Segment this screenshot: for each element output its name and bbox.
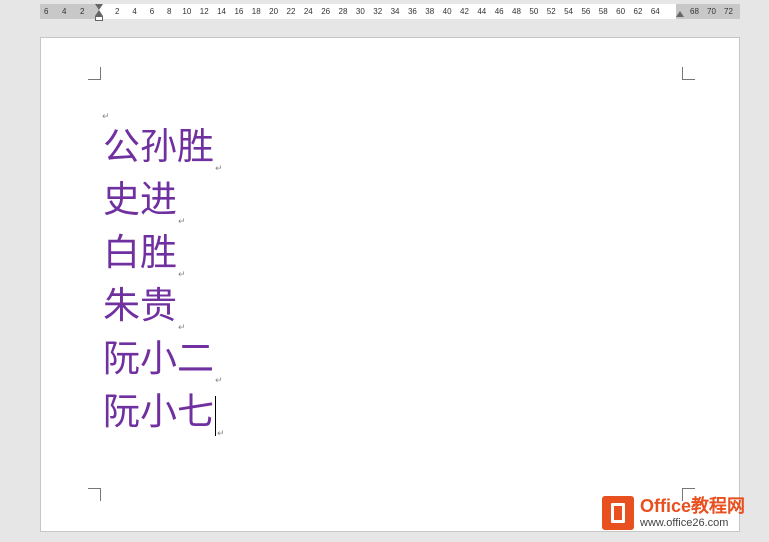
ruler-tick-label: 72 bbox=[724, 7, 733, 16]
ruler-tick-label: 40 bbox=[442, 7, 452, 16]
ruler-tick-label: 6 bbox=[44, 7, 49, 16]
ruler-tick-label: 34 bbox=[390, 7, 400, 16]
line-text: 阮小二 bbox=[103, 337, 214, 380]
ruler-tick-label: 6 bbox=[149, 7, 155, 16]
ruler-tick-label: 4 bbox=[132, 7, 137, 16]
paragraph-mark-icon: ↵ bbox=[217, 429, 225, 439]
line-text: 白胜 bbox=[103, 231, 177, 274]
office-logo-icon bbox=[602, 496, 634, 530]
ruler-tick-label: 52 bbox=[546, 7, 556, 16]
ruler-tick-label: 68 bbox=[690, 7, 699, 16]
margin-corner-bottom-left bbox=[88, 488, 101, 501]
ruler-tick-label: 62 bbox=[633, 7, 643, 16]
ruler-tick-label: 2 bbox=[115, 7, 120, 16]
watermark-title: Office教程网 bbox=[640, 496, 746, 516]
ruler-tick-label: 20 bbox=[269, 7, 279, 16]
text-line[interactable]: 史进↵ bbox=[103, 173, 225, 227]
site-watermark: Office教程网 www.office26.com bbox=[602, 492, 764, 534]
document-text-body[interactable]: 公孙胜↵ 史进↵ 白胜↵ 朱贵↵ 阮小二↵ 阮小七↵ bbox=[103, 120, 225, 439]
ruler-tick-label: 32 bbox=[373, 7, 383, 16]
margin-corner-top-right bbox=[682, 67, 695, 80]
line-text: 史进 bbox=[103, 178, 177, 221]
line-text: 公孙胜 bbox=[103, 125, 214, 168]
text-line[interactable]: 阮小二↵ bbox=[103, 332, 225, 386]
ruler-tick-label: 22 bbox=[286, 7, 296, 16]
ruler-tick-label: 70 bbox=[707, 7, 716, 16]
ruler-tick-label: 18 bbox=[251, 7, 261, 16]
ruler-tick-label: 38 bbox=[425, 7, 435, 16]
text-line[interactable]: 朱贵↵ bbox=[103, 279, 225, 333]
ruler-tick-label: 16 bbox=[234, 7, 244, 16]
paragraph-mark-icon: ↵ bbox=[215, 164, 223, 174]
ruler-tick-label: 48 bbox=[512, 7, 521, 16]
ruler-tick-label: 60 bbox=[616, 7, 626, 16]
ruler-tick-label: 30 bbox=[355, 7, 365, 16]
ruler-tick-label: 8 bbox=[167, 7, 172, 16]
ruler-tick-label: 2 bbox=[80, 7, 85, 16]
ruler-tick-label: 50 bbox=[529, 7, 539, 16]
margin-corner-top-left bbox=[88, 67, 101, 80]
text-cursor bbox=[215, 396, 216, 436]
ruler-tick-label: 14 bbox=[217, 7, 226, 16]
horizontal-ruler[interactable]: 642 2 4 6 8 10 12 14 16 18 20 22 24 26 28 30 32 34 36 38 40… bbox=[40, 4, 740, 21]
watermark-url: www.office26.com bbox=[640, 517, 729, 529]
left-indent-marker[interactable] bbox=[95, 16, 103, 21]
ruler-tick-label: 46 bbox=[494, 7, 504, 16]
ruler-tick-label: 36 bbox=[407, 7, 417, 16]
text-line[interactable]: 白胜↵ bbox=[103, 226, 225, 280]
ruler-tick-label: 24 bbox=[303, 7, 313, 16]
ruler-tick-label: 12 bbox=[199, 7, 209, 16]
ruler-tick-label: 4 bbox=[62, 7, 67, 16]
ruler-tick-label: 10 bbox=[182, 7, 192, 16]
ruler-tick-label: 44 bbox=[477, 7, 487, 16]
line-text: 朱贵 bbox=[103, 284, 177, 327]
ruler-tick-label: 64 bbox=[650, 7, 660, 16]
text-line[interactable]: 阮小七↵ bbox=[103, 385, 225, 439]
ruler-tick-label: 26 bbox=[321, 7, 331, 16]
ruler-tick-label: 28 bbox=[338, 7, 348, 16]
right-indent-marker[interactable] bbox=[676, 11, 684, 17]
line-text: 阮小七 bbox=[103, 390, 214, 433]
ruler-tick-label: 56 bbox=[581, 7, 591, 16]
text-line[interactable]: 公孙胜↵ bbox=[103, 120, 225, 174]
document-page[interactable]: ↵ 公孙胜↵ 史进↵ 白胜↵ 朱贵↵ 阮小二↵ 阮小七↵ bbox=[40, 37, 740, 532]
ruler-tick-label: 42 bbox=[460, 7, 469, 16]
ruler-tick-label: 54 bbox=[564, 7, 573, 16]
ruler-tick-label: 58 bbox=[598, 7, 608, 16]
